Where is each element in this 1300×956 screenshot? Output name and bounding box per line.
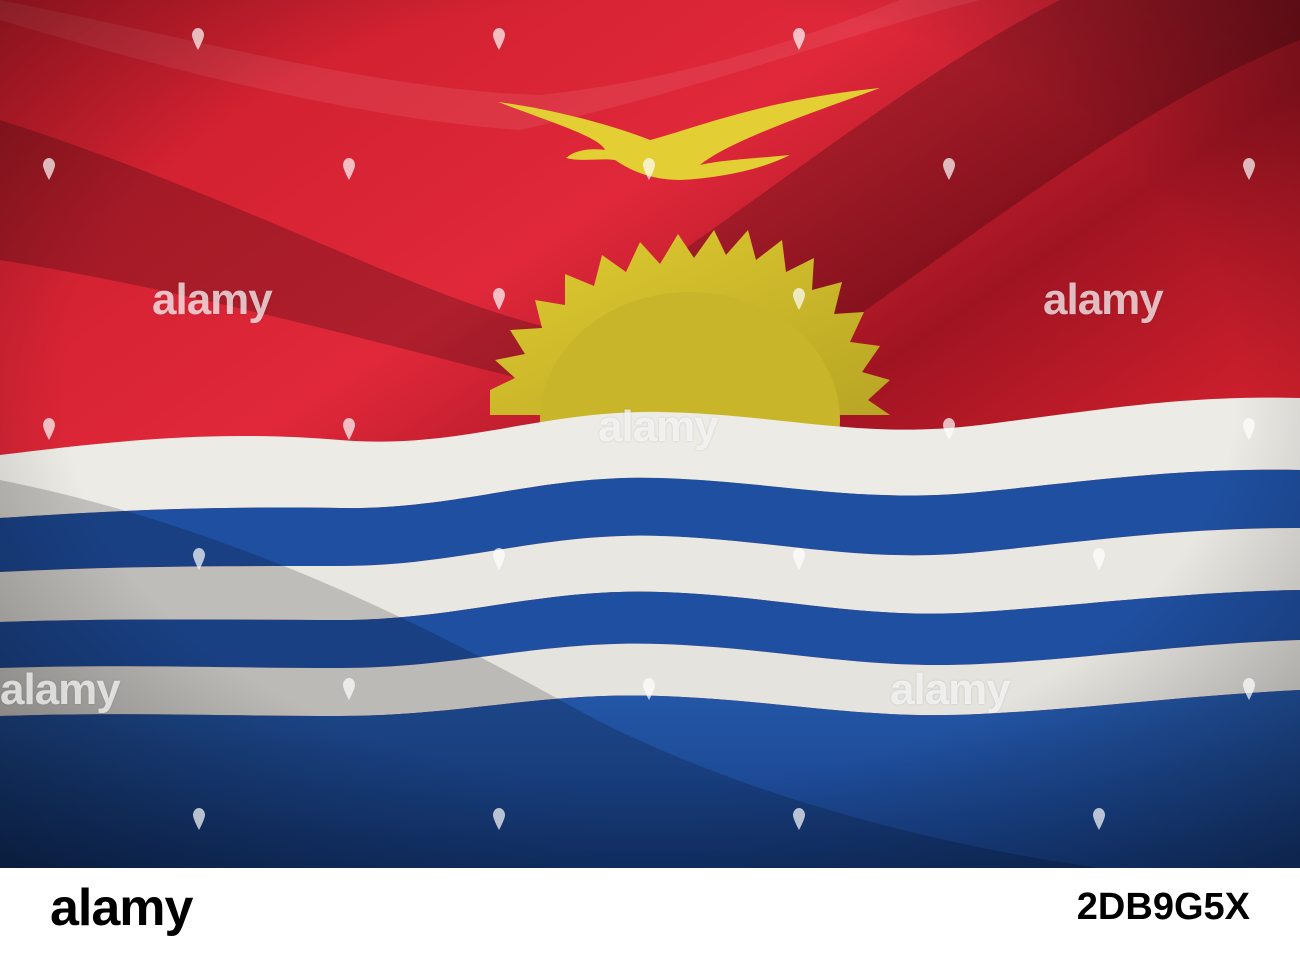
watermark: alamy	[1043, 275, 1164, 324]
watermark-pin-icon	[1093, 548, 1105, 570]
alamy-logo: alamy	[50, 879, 193, 937]
watermark-pin-icon	[793, 548, 805, 570]
watermark-pin-icon	[193, 548, 205, 570]
watermark: alamy	[0, 665, 121, 714]
watermark-pin-icon	[343, 158, 355, 180]
watermark-pin-icon	[643, 678, 655, 700]
watermark-pin-icon	[493, 808, 505, 830]
watermark-pin-icon	[1243, 678, 1255, 700]
watermark-pin-icon	[493, 28, 505, 50]
watermark-pin-icon	[493, 288, 505, 310]
watermark-pin-icon	[793, 808, 805, 830]
watermark-pin-icon	[643, 158, 655, 180]
watermark: alamy	[598, 402, 719, 451]
watermark: alamy	[152, 275, 273, 324]
image-id: 2DB9G5X	[1076, 886, 1250, 928]
stock-photo-page: alamy alamy alamy alamy alamy alamy 2DB9…	[0, 0, 1300, 956]
watermark-pin-icon	[493, 548, 505, 570]
watermark: alamy	[890, 665, 1011, 714]
watermark-pin-icon	[43, 418, 55, 440]
watermark-pin-icon	[43, 158, 55, 180]
watermark-pin-icon	[943, 418, 955, 440]
watermark-pin-icon	[793, 28, 805, 50]
watermark-pin-icon	[193, 808, 205, 830]
watermark-pin-icon	[1243, 158, 1255, 180]
watermark-pin-icon	[343, 418, 355, 440]
watermark-pin-icon	[343, 678, 355, 700]
watermark-pin-icon	[192, 28, 204, 50]
footer-bar: alamy 2DB9G5X	[0, 868, 1300, 956]
watermark-pin-icon	[793, 288, 805, 310]
watermark-pin-icon	[1243, 418, 1255, 440]
watermark-pin-icon	[1093, 808, 1105, 830]
watermark-pin-icon	[943, 158, 955, 180]
